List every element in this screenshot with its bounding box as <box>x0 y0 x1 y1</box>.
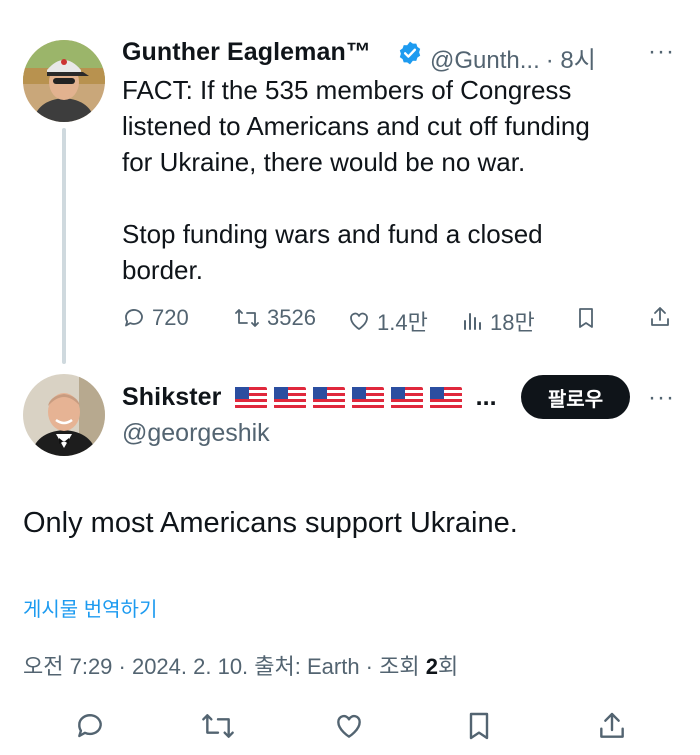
post-time: · 8시 <box>545 47 596 74</box>
thread-line <box>62 128 66 364</box>
reply-button[interactable]: 720 <box>122 305 189 331</box>
reply-icon[interactable] <box>74 710 106 747</box>
reply-icon <box>122 306 146 330</box>
like-icon[interactable] <box>332 710 366 747</box>
author-handle[interactable]: @Gunth... · 8시 <box>430 40 596 75</box>
like-icon <box>347 309 371 333</box>
tweet-text: FACT: If the 535 members of Congress lis… <box>122 75 590 285</box>
verified-icon <box>397 40 423 71</box>
author-name[interactable]: Gunther Eagleman™ <box>122 38 371 67</box>
more-icon[interactable]: ··· <box>648 384 675 412</box>
like-button[interactable]: 1.4만 <box>347 305 428 337</box>
bookmark-icon[interactable] <box>574 306 598 335</box>
reply-author-handle[interactable]: @georgeshik <box>122 419 270 448</box>
views-count: 18만 <box>490 310 535 335</box>
share-icon[interactable] <box>648 305 672 334</box>
translate-link[interactable]: 게시물 번역하기 <box>23 593 157 622</box>
reply-text: Only most Americans support Ukraine. <box>23 507 518 539</box>
views-icon <box>462 309 484 333</box>
more-icon[interactable]: ··· <box>648 38 675 66</box>
reply-count: 720 <box>152 305 189 330</box>
repost-count: 3526 <box>267 305 316 330</box>
repost-icon <box>233 306 261 330</box>
follow-button[interactable]: 팔로우 <box>521 375 630 419</box>
repost-button[interactable]: 3526 <box>233 305 316 331</box>
view-count: 2 <box>425 654 438 679</box>
post-meta: 오전 7:29 · 2024. 2. 10. 출처: Earth · 조회 2회 <box>23 654 459 679</box>
share-icon[interactable] <box>596 710 628 747</box>
name-ellipsis: ... <box>475 383 497 411</box>
flag-emojis <box>234 383 476 411</box>
like-count: 1.4만 <box>377 310 428 335</box>
bookmark-icon[interactable] <box>463 710 495 747</box>
reply-author-name[interactable]: Shikster ... <box>122 383 497 412</box>
views-button[interactable]: 18만 <box>462 305 535 337</box>
repost-icon[interactable] <box>199 710 237 747</box>
avatar-shikster[interactable] <box>23 374 105 456</box>
avatar-gunther[interactable] <box>23 40 105 122</box>
